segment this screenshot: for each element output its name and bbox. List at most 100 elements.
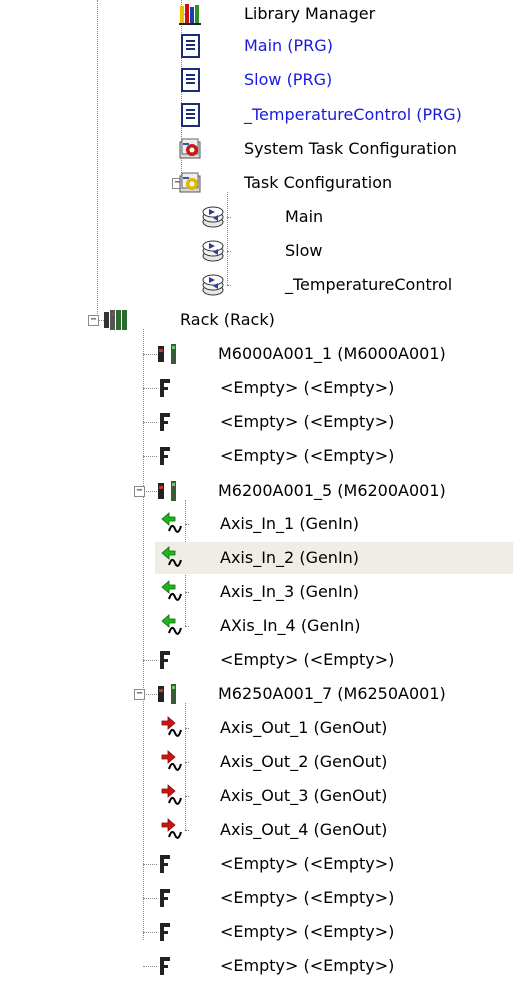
tree-node[interactable]: Main (PRG) bbox=[179, 29, 334, 63]
tree-item[interactable]: M6000A001_1 (M6000A001) bbox=[0, 337, 513, 371]
tree-item[interactable]: <Empty> (<Empty>) bbox=[0, 949, 513, 983]
empty-slot-icon bbox=[157, 444, 181, 468]
tree-node[interactable]: <Empty> (<Empty>) bbox=[157, 949, 395, 983]
empty-slot-icon bbox=[157, 886, 181, 910]
tree-node[interactable]: AXis_In_4 (GenIn) bbox=[161, 609, 362, 643]
tree-item-label: Axis_In_3 (GenIn) bbox=[220, 582, 360, 601]
tree-item[interactable]: Axis_Out_1 (GenOut) bbox=[0, 711, 513, 745]
tree-item-label: Library Manager bbox=[244, 4, 376, 23]
tree-item[interactable]: _TemperatureControl bbox=[0, 268, 513, 302]
task-icon bbox=[201, 239, 225, 263]
tree-item[interactable]: Slow (PRG) bbox=[0, 63, 513, 97]
tree-item[interactable]: Main bbox=[0, 200, 513, 234]
tree-node[interactable]: M6200A001_5 (M6200A001) bbox=[157, 474, 447, 508]
tree-item[interactable]: Axis_Out_2 (GenOut) bbox=[0, 745, 513, 779]
tree-node[interactable]: Axis_In_2 (GenIn) bbox=[161, 541, 360, 575]
tree-item[interactable]: <Empty> (<Empty>) bbox=[0, 405, 513, 439]
tree-node[interactable]: Slow (PRG) bbox=[179, 63, 333, 97]
tree-item[interactable]: Axis_In_1 (GenIn) bbox=[0, 507, 513, 541]
tree-item-label: <Empty> (<Empty>) bbox=[220, 922, 395, 941]
tree-node[interactable]: <Empty> (<Empty>) bbox=[157, 643, 395, 677]
tree-item-label: Axis_Out_2 (GenOut) bbox=[220, 752, 388, 771]
tree-node[interactable]: <Empty> (<Empty>) bbox=[157, 405, 395, 439]
tree-node[interactable]: <Empty> (<Empty>) bbox=[157, 881, 395, 915]
module-icon bbox=[157, 342, 181, 366]
tree-item-label: System Task Configuration bbox=[244, 139, 457, 158]
generic-input-icon bbox=[161, 580, 185, 604]
tree-node[interactable]: Axis_Out_1 (GenOut) bbox=[161, 711, 388, 745]
tree-item[interactable]: − M6200A001_5 (M6200A001) bbox=[0, 474, 513, 508]
project-tree: Library Manager Main (PRG) Slow (PRG) _Temp… bbox=[0, 0, 513, 975]
tree-item-label: Main bbox=[285, 207, 324, 226]
tree-node[interactable]: <Empty> (<Empty>) bbox=[157, 847, 395, 881]
tree-item[interactable]: Axis_Out_4 (GenOut) bbox=[0, 813, 513, 847]
tree-node[interactable]: Axis_Out_3 (GenOut) bbox=[161, 779, 388, 813]
tree-node[interactable]: M6000A001_1 (M6000A001) bbox=[157, 337, 447, 371]
tree-node[interactable]: Task Configuration bbox=[179, 166, 393, 200]
tree-node[interactable]: Axis_In_1 (GenIn) bbox=[161, 507, 360, 541]
tree-item-label: <Empty> (<Empty>) bbox=[220, 378, 395, 397]
tree-node[interactable]: Axis_Out_2 (GenOut) bbox=[161, 745, 388, 779]
tree-item-label: Rack (Rack) bbox=[180, 310, 275, 329]
tree-item-label: Axis_Out_4 (GenOut) bbox=[220, 820, 388, 839]
tree-item[interactable]: Axis_In_2 (GenIn) bbox=[0, 541, 513, 575]
generic-input-icon bbox=[161, 614, 185, 638]
tree-item[interactable]: System Task Configuration bbox=[0, 132, 513, 166]
tree-item[interactable]: Main (PRG) bbox=[0, 29, 513, 63]
tree-item[interactable]: Slow bbox=[0, 234, 513, 268]
empty-slot-icon bbox=[157, 920, 181, 944]
tree-item[interactable]: <Empty> (<Empty>) bbox=[0, 881, 513, 915]
tree-item[interactable]: <Empty> (<Empty>) bbox=[0, 371, 513, 405]
tree-node[interactable]: <Empty> (<Empty>) bbox=[157, 439, 395, 473]
task-icon bbox=[201, 273, 225, 297]
tree-node[interactable]: Library Manager bbox=[179, 0, 376, 31]
tree-item[interactable]: Library Manager bbox=[0, 0, 513, 31]
tree-node[interactable]: System Task Configuration bbox=[179, 132, 458, 166]
collapse-toggle-icon[interactable]: − bbox=[134, 486, 145, 497]
tree-node[interactable]: Axis_Out_4 (GenOut) bbox=[161, 813, 388, 847]
tree-item[interactable]: − Task Configuration bbox=[0, 166, 513, 200]
system-task-config-icon bbox=[179, 137, 203, 161]
tree-item-label: M6250A001_7 (M6250A001) bbox=[218, 684, 446, 703]
collapse-toggle-icon[interactable]: − bbox=[88, 315, 99, 326]
tree-item-label: Slow (PRG) bbox=[244, 70, 333, 89]
tree-item-label: Slow bbox=[285, 241, 323, 260]
generic-output-icon bbox=[161, 818, 185, 842]
generic-input-icon bbox=[161, 546, 185, 570]
tree-node[interactable]: <Empty> (<Empty>) bbox=[157, 371, 395, 405]
tree-item[interactable]: _TemperatureControl (PRG) bbox=[0, 98, 513, 132]
tree-node[interactable]: Rack (Rack) bbox=[104, 303, 276, 337]
tree-item[interactable]: AXis_In_4 (GenIn) bbox=[0, 609, 513, 643]
tree-item[interactable]: Axis_Out_3 (GenOut) bbox=[0, 779, 513, 813]
tree-item-label: <Empty> (<Empty>) bbox=[220, 888, 395, 907]
tree-item-label: Axis_Out_1 (GenOut) bbox=[220, 718, 388, 737]
tree-item-label: <Empty> (<Empty>) bbox=[220, 412, 395, 431]
generic-output-icon bbox=[161, 784, 185, 808]
tree-item[interactable]: <Empty> (<Empty>) bbox=[0, 915, 513, 949]
tree-node[interactable]: <Empty> (<Empty>) bbox=[157, 915, 395, 949]
tree-item[interactable]: <Empty> (<Empty>) bbox=[0, 847, 513, 881]
tree-item-label: Task Configuration bbox=[244, 173, 393, 192]
tree-item-label: <Empty> (<Empty>) bbox=[220, 650, 395, 669]
tree-item-label: AXis_In_4 (GenIn) bbox=[220, 616, 361, 635]
tree-item[interactable]: − Rack (Rack) bbox=[0, 303, 513, 337]
empty-slot-icon bbox=[157, 648, 181, 672]
tree-item-label: _TemperatureControl (PRG) bbox=[244, 105, 462, 124]
tree-node[interactable]: M6250A001_7 (M6250A001) bbox=[157, 677, 447, 711]
tree-item[interactable]: − M6250A001_7 (M6250A001) bbox=[0, 677, 513, 711]
tree-item[interactable]: Axis_In_3 (GenIn) bbox=[0, 575, 513, 609]
tree-item-label: Axis_In_1 (GenIn) bbox=[220, 514, 360, 533]
tree-node[interactable]: _TemperatureControl bbox=[201, 268, 453, 302]
tree-node[interactable]: Axis_In_3 (GenIn) bbox=[161, 575, 360, 609]
tree-item[interactable]: <Empty> (<Empty>) bbox=[0, 439, 513, 473]
tree-node[interactable]: Main bbox=[201, 200, 324, 234]
collapse-toggle-icon[interactable]: − bbox=[134, 689, 145, 700]
tree-item[interactable]: <Empty> (<Empty>) bbox=[0, 643, 513, 677]
tree-node[interactable]: _TemperatureControl (PRG) bbox=[179, 98, 463, 132]
task-config-icon bbox=[179, 171, 203, 195]
empty-slot-icon bbox=[157, 410, 181, 434]
empty-slot-icon bbox=[157, 954, 181, 978]
tree-node[interactable]: Slow bbox=[201, 234, 323, 268]
empty-slot-icon bbox=[157, 852, 181, 876]
generic-output-icon bbox=[161, 750, 185, 774]
